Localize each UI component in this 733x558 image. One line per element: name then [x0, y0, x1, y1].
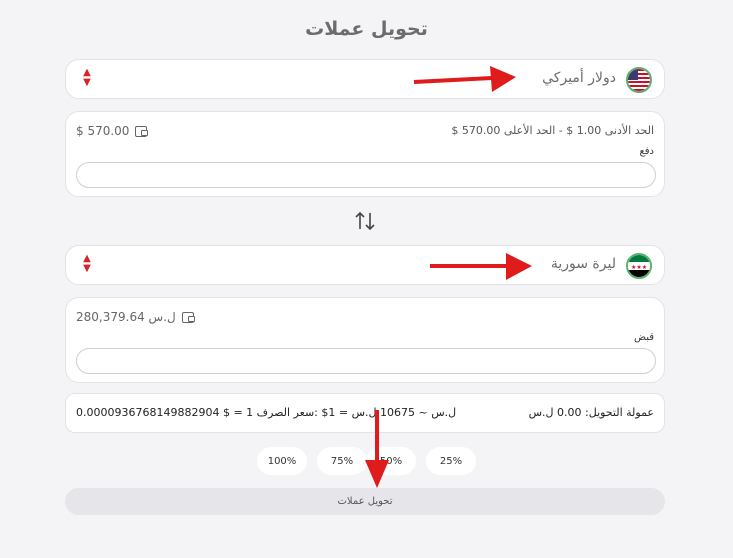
- conversion-fee: عمولة التحويل: 0.00 ل.س: [528, 406, 654, 419]
- from-balance-value: $ 570.00: [76, 124, 130, 138]
- percent-50-button[interactable]: 50%: [366, 447, 416, 475]
- pay-amount-input[interactable]: [76, 162, 656, 188]
- select-chevron-icon[interactable]: ▲ ▼: [80, 254, 94, 276]
- percent-100-button[interactable]: 100%: [257, 447, 307, 475]
- to-currency-select[interactable]: ★★★ ليرة سورية ▲ ▼: [65, 245, 665, 285]
- pay-label: دفع: [639, 146, 654, 157]
- from-currency-name: دولار أميركي: [542, 70, 616, 86]
- convert-button[interactable]: تحويل عملات: [65, 488, 665, 515]
- swap-icon[interactable]: [354, 209, 376, 233]
- from-balance: $ 570.00: [76, 124, 149, 138]
- wallet-icon: [135, 125, 149, 137]
- pay-card: $ 570.00 الحد الأدنى 1.00 $ - الحد الأعل…: [65, 111, 665, 197]
- receive-card: 280,379.64 ل.س قبض: [65, 297, 665, 383]
- conversion-info: عمولة التحويل: 0.00 ل.س 0.00009367681498…: [65, 393, 665, 433]
- svg-text:★★★: ★★★: [631, 264, 647, 271]
- page-title: تحويل عملات: [305, 18, 428, 40]
- to-balance: 280,379.64 ل.س: [76, 310, 195, 324]
- to-balance-value: 280,379.64 ل.س: [76, 310, 176, 324]
- wallet-icon: [181, 311, 195, 323]
- to-currency-name: ليرة سورية: [550, 256, 616, 272]
- receive-amount-input[interactable]: [76, 348, 656, 374]
- receive-label: قبض: [633, 332, 654, 343]
- select-chevron-icon[interactable]: ▲ ▼: [80, 68, 94, 90]
- percent-25-button[interactable]: 25%: [426, 447, 476, 475]
- from-currency-select[interactable]: دولار أميركي ▲ ▼: [65, 59, 665, 99]
- percent-75-button[interactable]: 75%: [317, 447, 367, 475]
- from-limits: الحد الأدنى 1.00 $ - الحد الأعلى 570.00 …: [451, 124, 654, 137]
- syria-flag-icon: ★★★: [626, 253, 652, 279]
- us-flag-icon: [626, 67, 652, 93]
- exchange-rate: 0.0000936768149882904 $ = 1 ل.س ~ 10675 …: [76, 406, 457, 419]
